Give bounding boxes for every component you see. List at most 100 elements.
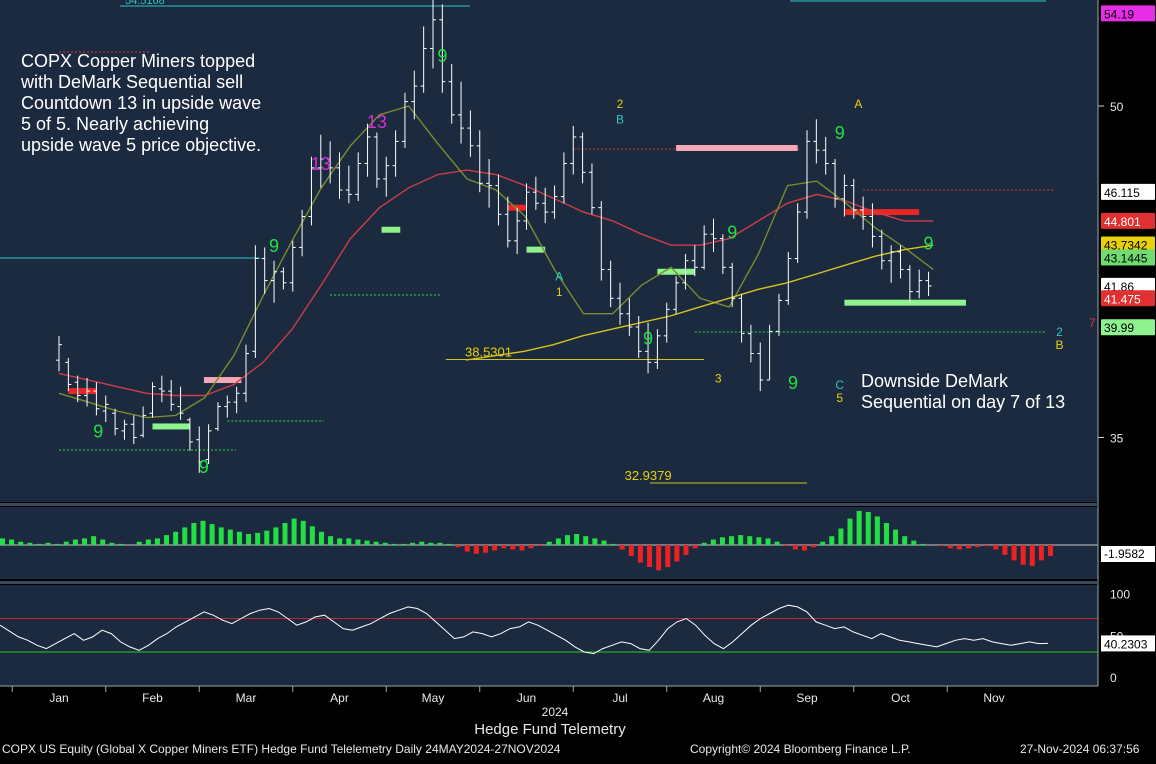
sequential-label: B: [1055, 338, 1063, 352]
osc-bar: [54, 543, 60, 545]
osc-bar: [710, 539, 716, 545]
osc-bar: [227, 529, 233, 545]
sequential-label: 9: [93, 422, 103, 442]
osc-bar: [765, 538, 771, 545]
osc-bar: [337, 538, 343, 545]
sequential-label: 13: [367, 112, 387, 132]
footer-bar: COPX US Equity (Global X Copper Miners E…: [0, 740, 1156, 759]
osc-bar: [492, 545, 498, 551]
sequential-label: 9: [835, 123, 845, 143]
osc-bar: [865, 512, 871, 545]
osc-bar: [391, 543, 397, 545]
price-label-text: 54.19: [1104, 7, 1134, 21]
osc-bar: [555, 538, 561, 545]
osc-bar: [410, 542, 416, 545]
osc-bar: [164, 535, 170, 545]
osc-bar: [1020, 545, 1026, 565]
sequential-label: B: [616, 113, 624, 127]
osc-bar: [419, 541, 425, 545]
tdst-bar: [844, 299, 966, 306]
sequential-label: 13: [311, 154, 331, 174]
footer-title: Hedge Fund Telemetry: [474, 721, 626, 738]
y-tick-label: 35: [1110, 432, 1124, 446]
sequential-label: 9: [199, 457, 209, 477]
osc-bar: [191, 523, 197, 545]
osc-bar: [674, 545, 680, 562]
osc-bar: [455, 545, 461, 548]
osc-bar: [100, 539, 106, 545]
panel-separator: [0, 503, 1098, 506]
osc-bar: [692, 545, 698, 549]
osc-bar: [902, 536, 908, 545]
price-label-text: 46.115: [1104, 186, 1140, 200]
price-label-text: 44.801: [1104, 215, 1141, 229]
osc-bar: [583, 536, 589, 545]
sequential-label: 5: [836, 391, 843, 405]
sequential-label: 2: [1056, 325, 1063, 339]
osc-bar: [683, 545, 689, 555]
rsi-tick-label: 0: [1110, 671, 1117, 685]
x-tick-label: Oct: [891, 691, 910, 705]
annotation-line: upside wave 5 price objective.: [21, 135, 262, 155]
osc-bar: [63, 541, 69, 545]
osc-bar: [592, 538, 598, 545]
osc-bar: [264, 530, 270, 545]
osc-bar: [446, 543, 452, 545]
top-level-label: 54.5168: [125, 0, 165, 7]
osc-bar: [729, 536, 735, 545]
y-tick-label: 50: [1110, 100, 1124, 114]
sequential-label: 3: [715, 371, 722, 385]
osc-bar: [255, 532, 261, 545]
annotation-line: 5 of 5. Nearly achieving: [21, 114, 210, 134]
osc-bar: [665, 545, 671, 567]
osc-bar: [956, 545, 962, 550]
annotation-line: with DeMark Sequential sell: [21, 72, 244, 92]
osc-bar: [109, 542, 115, 545]
osc-bar: [45, 542, 51, 545]
x-tick-label: Jun: [517, 691, 536, 705]
osc-bar: [747, 536, 753, 545]
sequential-label: A: [555, 270, 563, 284]
osc-bar: [1002, 545, 1008, 555]
sequential-label: 9: [924, 234, 934, 254]
osc-bar: [328, 536, 334, 545]
osc-bar: [719, 537, 725, 545]
tdst-bar: [152, 423, 190, 430]
osc-bar: [838, 528, 844, 545]
osc-bar: [218, 527, 224, 545]
osc-bar: [309, 526, 315, 545]
osc-bar: [519, 545, 525, 551]
rsi-label-text: 40.2303: [1104, 637, 1148, 651]
osc-bar: [783, 545, 789, 547]
osc-bar: [920, 543, 926, 545]
osc-bar: [373, 541, 379, 545]
osc-bar: [300, 520, 306, 545]
osc-bar: [628, 545, 634, 556]
sequential-label: 9: [727, 223, 737, 243]
osc-bar: [975, 545, 981, 548]
osc-bar: [829, 536, 835, 545]
sequential-label: 9: [643, 329, 653, 349]
osc-bar: [938, 545, 944, 547]
x-tick-label: Aug: [703, 691, 724, 705]
osc-bar: [154, 538, 160, 545]
osc-bar: [182, 527, 188, 545]
osc-bar: [200, 520, 206, 545]
osc-bar: [209, 524, 215, 545]
osc-bar: [510, 545, 516, 550]
osc-bar: [565, 535, 571, 545]
footer-copyright: Copyright© 2024 Bloomberg Finance L.P.: [690, 742, 911, 756]
osc-bar: [364, 540, 370, 545]
osc-bar: [537, 545, 543, 547]
rsi-panel-bg: [0, 585, 1098, 686]
osc-bar: [647, 545, 653, 567]
sequential-label: A: [854, 97, 862, 111]
osc-bar: [136, 541, 142, 545]
price-label-text: 39.99: [1104, 321, 1134, 335]
x-tick-label: Feb: [142, 691, 163, 705]
osc-bar: [173, 531, 179, 545]
tdst-bar: [676, 144, 798, 151]
tdst-bar: [68, 388, 97, 395]
price-label-text: 43.1445: [1104, 252, 1148, 266]
osc-bar: [428, 542, 434, 545]
